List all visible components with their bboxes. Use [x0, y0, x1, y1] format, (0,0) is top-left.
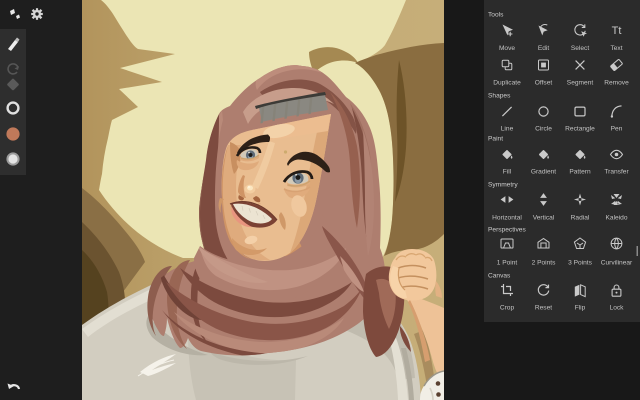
svg-text:Flip: Flip: [575, 305, 586, 312]
svg-text:2 Points: 2 Points: [532, 260, 557, 267]
svg-text:Kaleido: Kaleido: [606, 215, 628, 222]
svg-text:Tt: Tt: [612, 25, 622, 37]
svg-text:Canvas: Canvas: [488, 273, 511, 280]
svg-text:Offset: Offset: [535, 80, 553, 87]
svg-text:Transfer: Transfer: [604, 169, 629, 176]
svg-text:Pattern: Pattern: [569, 169, 591, 176]
svg-text:Edit: Edit: [538, 45, 550, 52]
svg-text:Fill: Fill: [503, 169, 512, 176]
svg-text:3 Points: 3 Points: [568, 260, 593, 267]
svg-text:Vertical: Vertical: [533, 215, 555, 222]
svg-text:Paint: Paint: [488, 136, 503, 143]
svg-text:Shapes: Shapes: [488, 93, 511, 100]
svg-text:1 Point: 1 Point: [497, 260, 518, 267]
svg-text:Rectangle: Rectangle: [565, 126, 595, 133]
svg-text:Tools: Tools: [488, 12, 504, 19]
svg-text:Lock: Lock: [610, 305, 625, 312]
svg-text:Gradient: Gradient: [531, 169, 556, 176]
svg-text:Horizontal: Horizontal: [492, 215, 522, 222]
svg-text:Crop: Crop: [500, 305, 515, 312]
svg-text:Segment: Segment: [567, 80, 594, 87]
svg-text:Text: Text: [610, 45, 622, 52]
svg-text:Circle: Circle: [535, 126, 552, 133]
svg-text:Move: Move: [499, 45, 515, 52]
svg-text:Remove: Remove: [604, 80, 629, 87]
svg-text:Radial: Radial: [571, 215, 590, 222]
svg-text:Symmetry: Symmetry: [488, 182, 518, 189]
svg-text:Duplicate: Duplicate: [493, 80, 521, 87]
svg-text:Select: Select: [571, 45, 589, 52]
svg-text:Line: Line: [501, 126, 514, 133]
svg-text:Pen: Pen: [611, 126, 623, 133]
svg-text:Reset: Reset: [535, 305, 552, 312]
svg-text:Curvilinear: Curvilinear: [601, 260, 633, 267]
svg-text:Perspectives: Perspectives: [488, 227, 526, 234]
